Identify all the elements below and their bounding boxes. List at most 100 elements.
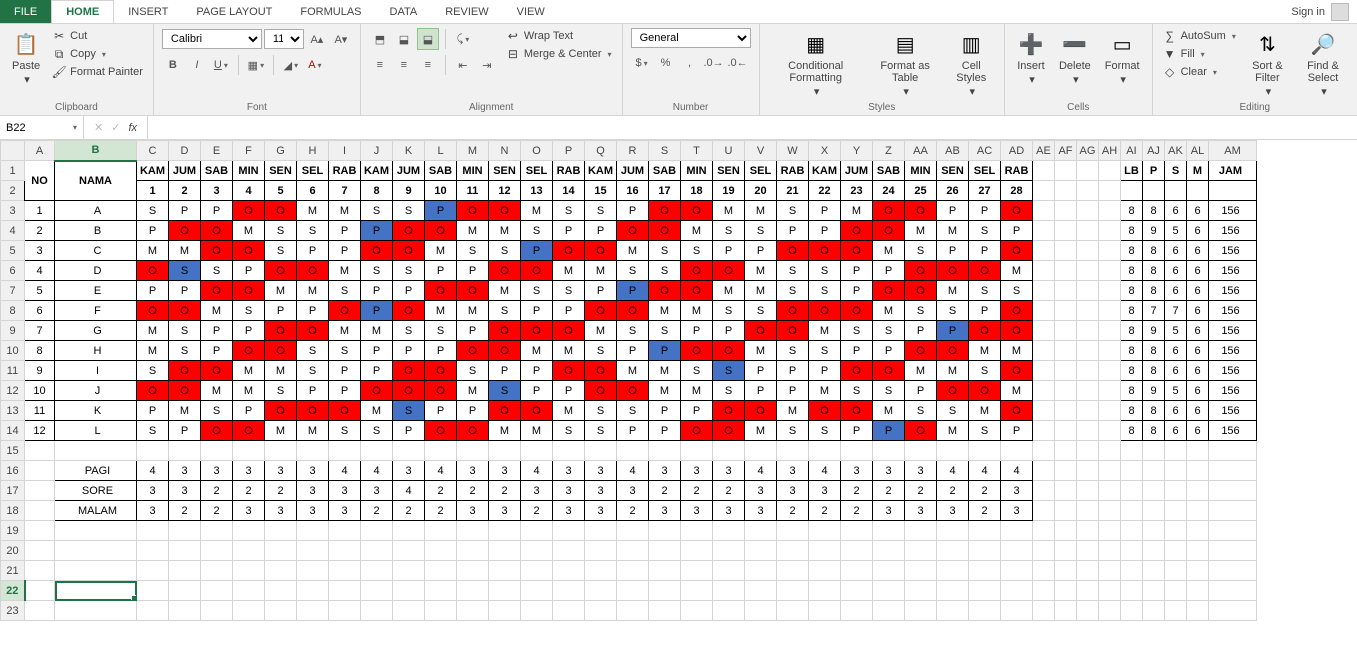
cell[interactable]: 4 [521, 461, 553, 481]
cell[interactable] [489, 521, 521, 541]
cell[interactable] [201, 441, 233, 461]
cell[interactable]: O [361, 381, 393, 401]
cell[interactable] [809, 561, 841, 581]
cell[interactable]: O [521, 401, 553, 421]
cell[interactable] [233, 561, 265, 581]
col-header[interactable]: AH [1099, 141, 1121, 161]
cell[interactable]: KAM [585, 161, 617, 181]
cell[interactable]: O [233, 281, 265, 301]
cell[interactable] [649, 521, 681, 541]
cell[interactable] [361, 561, 393, 581]
align-left-button[interactable]: ≡ [369, 54, 391, 76]
row-header[interactable]: 3 [1, 201, 25, 221]
cell[interactable] [649, 601, 681, 621]
cell[interactable]: M [1001, 261, 1033, 281]
cell[interactable]: RAB [1001, 161, 1033, 181]
cell[interactable]: P [521, 381, 553, 401]
cell[interactable]: O [873, 201, 905, 221]
cell[interactable] [25, 441, 55, 461]
row-header[interactable]: 4 [1, 221, 25, 241]
paste-button[interactable]: 📋 Paste▾ [8, 28, 44, 88]
cell[interactable]: O [937, 341, 969, 361]
cell[interactable] [297, 601, 329, 621]
cell[interactable]: 9 [1143, 221, 1165, 241]
cell[interactable] [713, 581, 745, 601]
cell[interactable]: 3 [713, 461, 745, 481]
cell[interactable]: 8 [25, 341, 55, 361]
cell[interactable] [777, 541, 809, 561]
cell[interactable] [1099, 481, 1121, 501]
cell[interactable] [1055, 481, 1077, 501]
cell[interactable]: P [233, 321, 265, 341]
cell[interactable] [25, 561, 55, 581]
cell[interactable]: O [457, 201, 489, 221]
cell[interactable]: M [297, 201, 329, 221]
cell[interactable]: O [873, 361, 905, 381]
cell[interactable]: 6 [1165, 421, 1187, 441]
grow-font-button[interactable]: A▴ [306, 28, 328, 50]
cell[interactable]: P [361, 281, 393, 301]
cell[interactable] [873, 561, 905, 581]
cell[interactable] [1121, 581, 1143, 601]
cell[interactable]: 8 [1121, 401, 1143, 421]
cell[interactable]: S [905, 301, 937, 321]
cell[interactable]: S [905, 241, 937, 261]
cell[interactable] [1209, 501, 1257, 521]
cell[interactable] [841, 581, 873, 601]
cell[interactable] [1209, 441, 1257, 461]
cell[interactable] [201, 541, 233, 561]
cell[interactable]: JUM [841, 161, 873, 181]
cell[interactable]: 2 [681, 481, 713, 501]
cell[interactable] [1099, 381, 1121, 401]
cell[interactable]: 3 [905, 501, 937, 521]
cell[interactable]: 3 [233, 461, 265, 481]
cell[interactable] [1055, 181, 1077, 201]
cell[interactable] [681, 521, 713, 541]
cell[interactable]: M [265, 361, 297, 381]
cell[interactable] [649, 441, 681, 461]
cell[interactable] [1165, 461, 1187, 481]
cell[interactable]: 24 [873, 181, 905, 201]
conditional-formatting-button[interactable]: ▦Conditional Formatting▾ [768, 28, 864, 100]
cell[interactable] [265, 441, 297, 461]
cell[interactable] [809, 521, 841, 541]
cell[interactable]: S [617, 401, 649, 421]
col-header[interactable]: A [25, 141, 55, 161]
cell[interactable]: P [489, 361, 521, 381]
cell[interactable] [457, 441, 489, 461]
align-bottom-button[interactable]: ⬓ [417, 28, 439, 50]
cell[interactable]: 11 [25, 401, 55, 421]
cell[interactable]: M [297, 281, 329, 301]
cell[interactable]: O [553, 321, 585, 341]
cell[interactable] [1099, 221, 1121, 241]
cell[interactable] [649, 541, 681, 561]
cell[interactable] [201, 581, 233, 601]
decrease-decimal-button[interactable]: .0← [727, 52, 749, 74]
cell[interactable] [1033, 601, 1055, 621]
cell[interactable] [1121, 461, 1143, 481]
cell[interactable]: 3 [1001, 481, 1033, 501]
cell[interactable]: 8 [1143, 281, 1165, 301]
cell[interactable]: S [969, 421, 1001, 441]
cell[interactable]: M [809, 321, 841, 341]
cell[interactable]: O [297, 321, 329, 341]
cell[interactable] [1165, 561, 1187, 581]
cell[interactable]: M [809, 381, 841, 401]
cell[interactable]: O [137, 301, 169, 321]
cell[interactable]: M [777, 401, 809, 421]
cell[interactable] [1077, 281, 1099, 301]
cell[interactable] [873, 601, 905, 621]
cell[interactable] [649, 561, 681, 581]
cell[interactable] [937, 541, 969, 561]
cell[interactable]: 4 [937, 461, 969, 481]
cell[interactable]: S [585, 341, 617, 361]
cell[interactable]: O [265, 261, 297, 281]
cell[interactable]: M [489, 221, 521, 241]
cell[interactable]: O [745, 401, 777, 421]
cell[interactable] [1033, 581, 1055, 601]
cell[interactable]: O [201, 221, 233, 241]
cell[interactable]: S [713, 301, 745, 321]
cell[interactable] [1099, 601, 1121, 621]
col-header[interactable]: AA [905, 141, 937, 161]
cell[interactable]: O [233, 421, 265, 441]
